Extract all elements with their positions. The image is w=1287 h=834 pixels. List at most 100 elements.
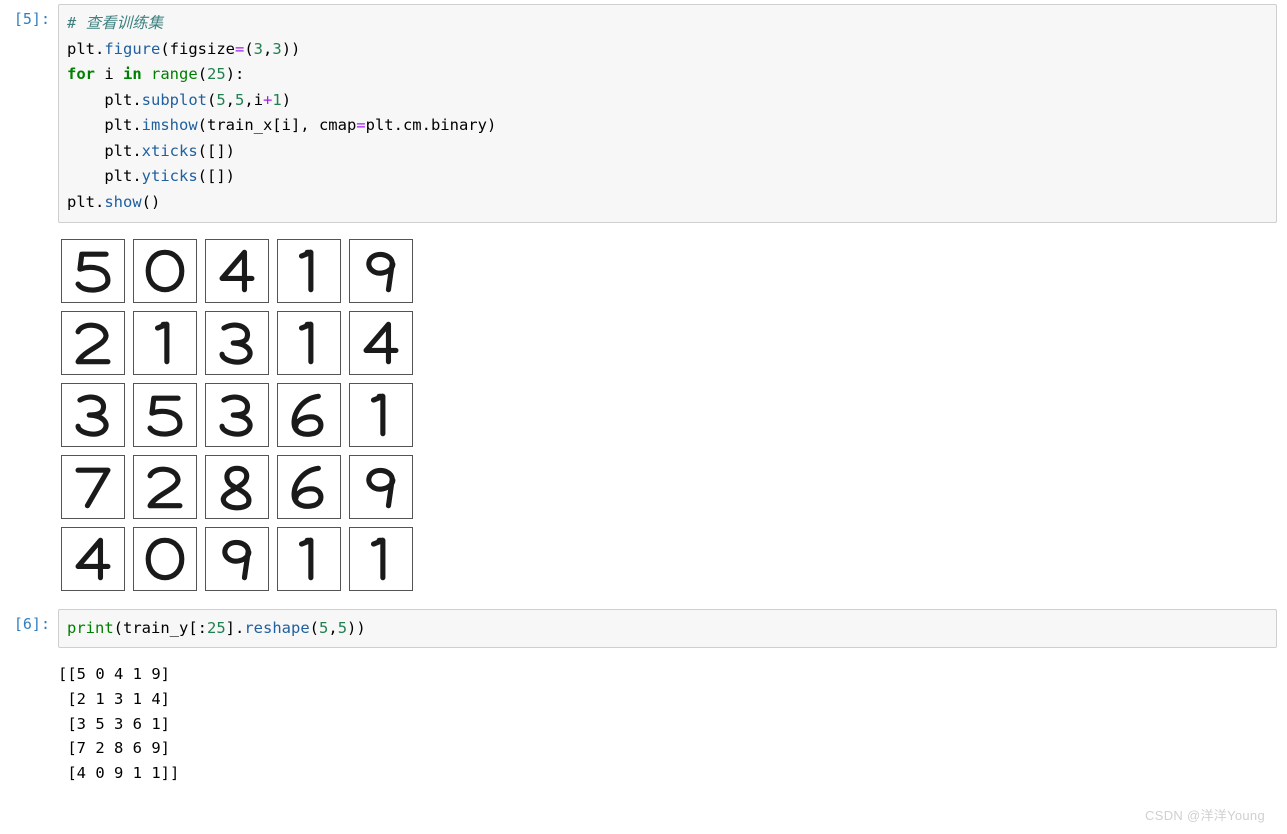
code-token: ( [244,40,253,58]
code-token: plt. [104,167,141,185]
digit-cell-2 [133,455,197,519]
code-token: = [235,40,244,58]
code-token: plt. [67,193,104,211]
digit-cell-6 [277,383,341,447]
code-token: 5 [338,619,347,637]
code-token: (train_x[i], cmap [198,116,357,134]
digit-1-icon [281,531,337,587]
code-token: ,i [244,91,263,109]
code-token: plt. [67,40,104,58]
code-token: () [142,193,161,211]
digit-cell-2 [61,311,125,375]
code-token: 3 [272,40,281,58]
digit-1-icon [281,243,337,299]
digit-cell-9 [205,527,269,591]
digit-2-icon [65,315,121,371]
digit-8-icon [209,459,265,515]
digit-cell-7 [61,455,125,519]
code-token: for [67,65,95,83]
code-token: ( [310,619,319,637]
code-token: 5 [216,91,225,109]
cell-6-prompt: [6]: [6,609,58,633]
code-token: ]. [226,619,245,637]
code-token: 1 [272,91,281,109]
comment-line: # 查看训练集 [67,14,163,32]
code-token: 5 [235,91,244,109]
digit-4-icon [65,531,121,587]
cell-6-input[interactable]: print(train_y[:25].reshape(5,5)) [58,609,1277,649]
digit-cell-1 [349,383,413,447]
code-token: imshow [142,116,198,134]
digit-cell-1 [133,311,197,375]
code-token: yticks [142,167,198,185]
code-token: ([]) [198,167,235,185]
code-token: )) [347,619,366,637]
digit-5-icon [137,387,193,443]
digit-5-icon [65,243,121,299]
indent [67,142,104,160]
code-token: figure [104,40,160,58]
code-token: 25 [207,619,226,637]
digit-cell-3 [205,383,269,447]
code-token: xticks [142,142,198,160]
code-token: (figsize [160,40,235,58]
digit-cell-9 [349,239,413,303]
digit-1-icon [353,387,409,443]
code-token: , [226,91,235,109]
code-token: reshape [244,619,309,637]
code-token: ( [198,65,207,83]
code-token: ): [226,65,245,83]
indent [67,116,104,134]
code-token: , [263,40,272,58]
digit-cell-6 [277,455,341,519]
digit-cell-1 [277,239,341,303]
digit-4-icon [209,243,265,299]
digit-cell-9 [349,455,413,519]
digit-cell-3 [61,383,125,447]
code-token: )) [282,40,301,58]
csdn-watermark: CSDN @洋洋Young [1145,805,1265,824]
jupyter-notebook: [5]: # 查看训练集 plt.figure(figsize=(3,3)) f… [0,0,1287,834]
code-token: 3 [254,40,263,58]
digit-cell-8 [205,455,269,519]
digit-9-icon [353,459,409,515]
digit-2-icon [137,459,193,515]
digit-cell-4 [61,527,125,591]
code-token: range [151,65,198,83]
code-token: show [104,193,141,211]
code-token: 25 [207,65,226,83]
digit-1-icon [137,315,193,371]
code-token: plt. [104,142,141,160]
digit-cell-0 [133,527,197,591]
cell-5-input[interactable]: # 查看训练集 plt.figure(figsize=(3,3)) for i … [58,4,1277,223]
digit-4-icon [353,315,409,371]
code-token: plt.cm.binary) [366,116,497,134]
indent [67,91,104,109]
cell-5-output [6,233,1277,591]
code-cell-5: [5]: # 查看训练集 plt.figure(figsize=(3,3)) f… [6,4,1277,223]
digit-cell-1 [277,311,341,375]
digit-cell-4 [349,311,413,375]
digit-9-icon [353,243,409,299]
code-token: = [356,116,365,134]
code-token: , [328,619,337,637]
code-token: print [67,619,114,637]
digit-3-icon [65,387,121,443]
digit-cell-5 [61,239,125,303]
digit-cell-3 [205,311,269,375]
cell-5-code[interactable]: # 查看训练集 plt.figure(figsize=(3,3)) for i … [67,11,1268,216]
indent [67,167,104,185]
code-token: in [123,65,142,83]
digit-6-icon [281,387,337,443]
cell-6-code[interactable]: print(train_y[:25].reshape(5,5)) [67,616,1268,642]
digit-7-icon [65,459,121,515]
code-cell-6: [6]: print(train_y[:25].reshape(5,5)) [6,609,1277,649]
digit-9-icon [209,531,265,587]
digit-cell-1 [349,527,413,591]
cell-5-prompt: [5]: [6,4,58,28]
code-token: plt. [104,91,141,109]
digit-1-icon [353,531,409,587]
digit-3-icon [209,387,265,443]
digit-cell-4 [205,239,269,303]
code-token: i [95,65,123,83]
